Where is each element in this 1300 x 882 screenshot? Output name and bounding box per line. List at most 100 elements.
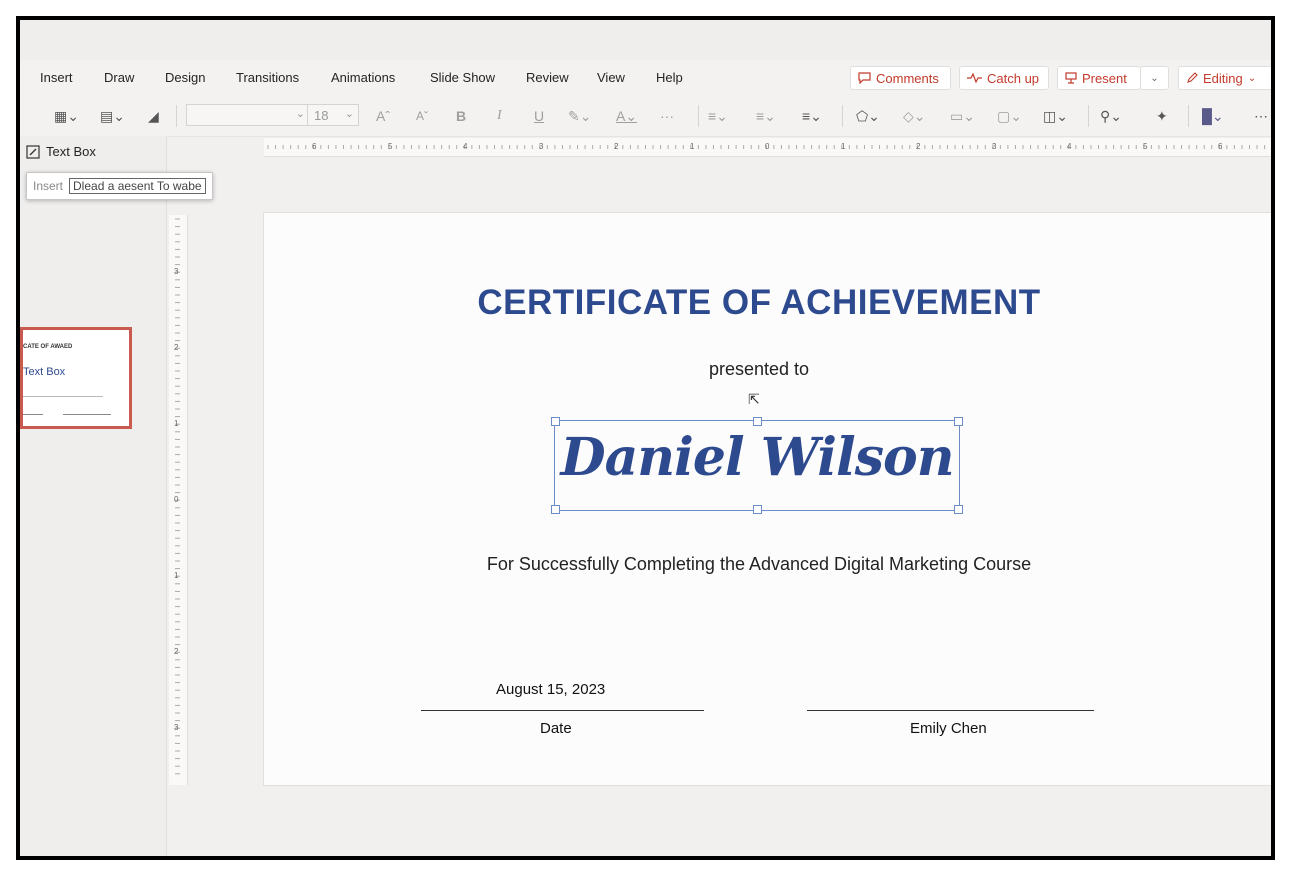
shape-fill-icon[interactable]: ◇⌄ <box>903 107 926 125</box>
divider <box>176 105 177 127</box>
pencil-icon <box>1187 72 1198 83</box>
editing-label: Editing <box>1203 70 1243 86</box>
date-value[interactable]: August 15, 2023 <box>496 681 605 698</box>
tab-transitions[interactable]: Transitions <box>236 70 299 85</box>
tooltip-text: Dlead a aesent To wabe <box>69 178 206 194</box>
arrange-icon[interactable]: ◫⌄ <box>1043 107 1068 125</box>
present-label: Present <box>1082 70 1127 86</box>
align-icon[interactable]: ≡⌄ <box>802 107 822 125</box>
ruler-number: 3 <box>174 723 179 732</box>
ruler-number: 2 <box>916 142 921 151</box>
font-color-icon[interactable]: A⌄ <box>616 107 637 125</box>
comments-label: Comments <box>876 70 939 86</box>
ruler-number: 3 <box>992 142 997 151</box>
bullets-icon[interactable]: ≡⌄ <box>708 107 728 125</box>
resize-handle[interactable] <box>753 417 762 426</box>
catch-up-label: Catch up <box>987 70 1040 86</box>
tab-design[interactable]: Design <box>165 70 205 85</box>
overflow-icon[interactable]: ⋯ <box>1254 107 1268 125</box>
italic-button[interactable]: I <box>497 107 502 125</box>
slide-canvas[interactable]: CERTIFICATE OF ACHIEVEMENT presented to … <box>263 212 1271 786</box>
comments-button[interactable]: Comments <box>850 66 951 90</box>
ruler-number: 0 <box>765 142 770 151</box>
text-box-label: Text Box <box>46 144 96 159</box>
catch-up-button[interactable]: Catch up <box>959 66 1049 90</box>
app-window: Insert Draw Design Transitions Animation… <box>16 16 1275 860</box>
divider <box>1088 105 1089 127</box>
table-icon[interactable]: ▦⌄ <box>54 107 79 125</box>
certificate-title[interactable]: CERTIFICATE OF ACHIEVEMENT <box>264 283 1254 323</box>
tab-help[interactable]: Help <box>656 70 683 85</box>
resize-handle[interactable] <box>551 505 560 514</box>
editing-mode-button[interactable]: Editing ⌄ <box>1178 66 1271 90</box>
resize-handle[interactable] <box>954 505 963 514</box>
ruler-number: 1 <box>841 142 846 151</box>
date-signature-line <box>421 710 704 711</box>
ruler-number: 5 <box>1143 142 1148 151</box>
recipient-name: Daniel Wilson <box>560 427 954 488</box>
ruler-number: 3 <box>174 267 179 276</box>
tooltip: Insert Dlead a aesent To wabe <box>26 172 213 200</box>
ruler-number: 1 <box>174 419 179 428</box>
ruler-number: 2 <box>614 142 619 151</box>
thumb-line <box>63 414 111 415</box>
ruler-number: 0 <box>174 495 179 504</box>
formatting-toolbar: ▦⌄ ▤⌄ ◢ ⌄ 18 ⌄ Aˆ Aˇ B I U ✎⌄ A⌄ ··· ≡⌄ … <box>20 96 1271 137</box>
resize-handle[interactable] <box>753 505 762 514</box>
thumb-name: Text Box <box>23 366 66 378</box>
menu-bar: Insert Draw Design Transitions Animation… <box>20 60 1271 96</box>
tab-animations[interactable]: Animations <box>331 70 395 85</box>
microphone-icon[interactable]: █⌄ <box>1202 107 1224 125</box>
ruler-number: 4 <box>463 142 468 151</box>
comment-icon <box>858 72 871 84</box>
font-size-select[interactable]: 18 ⌄ <box>307 104 359 126</box>
resize-handle[interactable] <box>551 417 560 426</box>
ruler-number: 3 <box>539 142 544 151</box>
grow-font-icon[interactable]: Aˆ <box>376 107 390 125</box>
pulse-icon <box>967 73 982 83</box>
signer-name[interactable]: Emily Chen <box>910 720 987 737</box>
shape-effects-icon[interactable]: ▢⌄ <box>997 107 1022 125</box>
ruler-number: 6 <box>312 142 317 151</box>
shapes-icon[interactable]: ⬠⌄ <box>856 107 880 125</box>
ruler-number: 1 <box>690 142 695 151</box>
ruler-number: 4 <box>1067 142 1072 151</box>
present-dropdown[interactable]: ⌄ <box>1140 66 1169 90</box>
presented-to-text[interactable]: presented to <box>264 359 1254 380</box>
tab-draw[interactable]: Draw <box>104 70 134 85</box>
date-label[interactable]: Date <box>540 720 572 737</box>
tab-slide-show[interactable]: Slide Show <box>430 70 495 85</box>
search-icon[interactable]: ⚲⌄ <box>1100 107 1122 125</box>
highlight-icon[interactable]: ✎⌄ <box>568 107 591 125</box>
chevron-down-icon: ⌄ <box>1150 72 1159 84</box>
underline-button[interactable]: U <box>534 107 544 125</box>
tab-review[interactable]: Review <box>526 70 569 85</box>
tab-view[interactable]: View <box>597 70 625 85</box>
divider <box>698 105 699 127</box>
signer-signature-line <box>807 710 1094 711</box>
present-icon <box>1065 72 1077 84</box>
resize-handle[interactable] <box>954 417 963 426</box>
present-button[interactable]: Present <box>1057 66 1141 90</box>
ruler-number: 5 <box>388 142 393 151</box>
shrink-font-icon[interactable]: Aˇ <box>416 107 428 125</box>
bold-button[interactable]: B <box>456 107 466 125</box>
more-options-icon[interactable]: ··· <box>660 107 674 125</box>
ruler-number: 2 <box>174 343 179 352</box>
format-background-icon[interactable]: ◢ <box>148 107 159 125</box>
font-size-value: 18 <box>314 108 329 123</box>
slide-thumbnail[interactable]: CATE OF AWAED Text Box <box>20 327 132 429</box>
shape-outline-icon[interactable]: ▭⌄ <box>950 107 975 125</box>
text-box-command[interactable]: Text Box <box>26 144 96 159</box>
recipient-name-textbox[interactable]: Daniel Wilson <box>551 417 963 514</box>
tooltip-insert: Insert <box>33 179 64 193</box>
numbering-icon[interactable]: ≡⌄ <box>756 107 776 125</box>
font-family-select[interactable]: ⌄ <box>186 104 310 126</box>
designer-icon[interactable]: ✦ <box>1156 107 1168 125</box>
layout-icon[interactable]: ▤⌄ <box>100 107 125 125</box>
tab-insert[interactable]: Insert <box>40 70 73 85</box>
slide-thumbnail-pane: Text Box CATE OF AWAED Text Box <box>20 136 167 856</box>
completion-text[interactable]: For Successfully Completing the Advanced… <box>264 554 1254 575</box>
ruler-number: 6 <box>1218 142 1223 151</box>
thumb-title: CATE OF AWAED <box>23 344 73 350</box>
